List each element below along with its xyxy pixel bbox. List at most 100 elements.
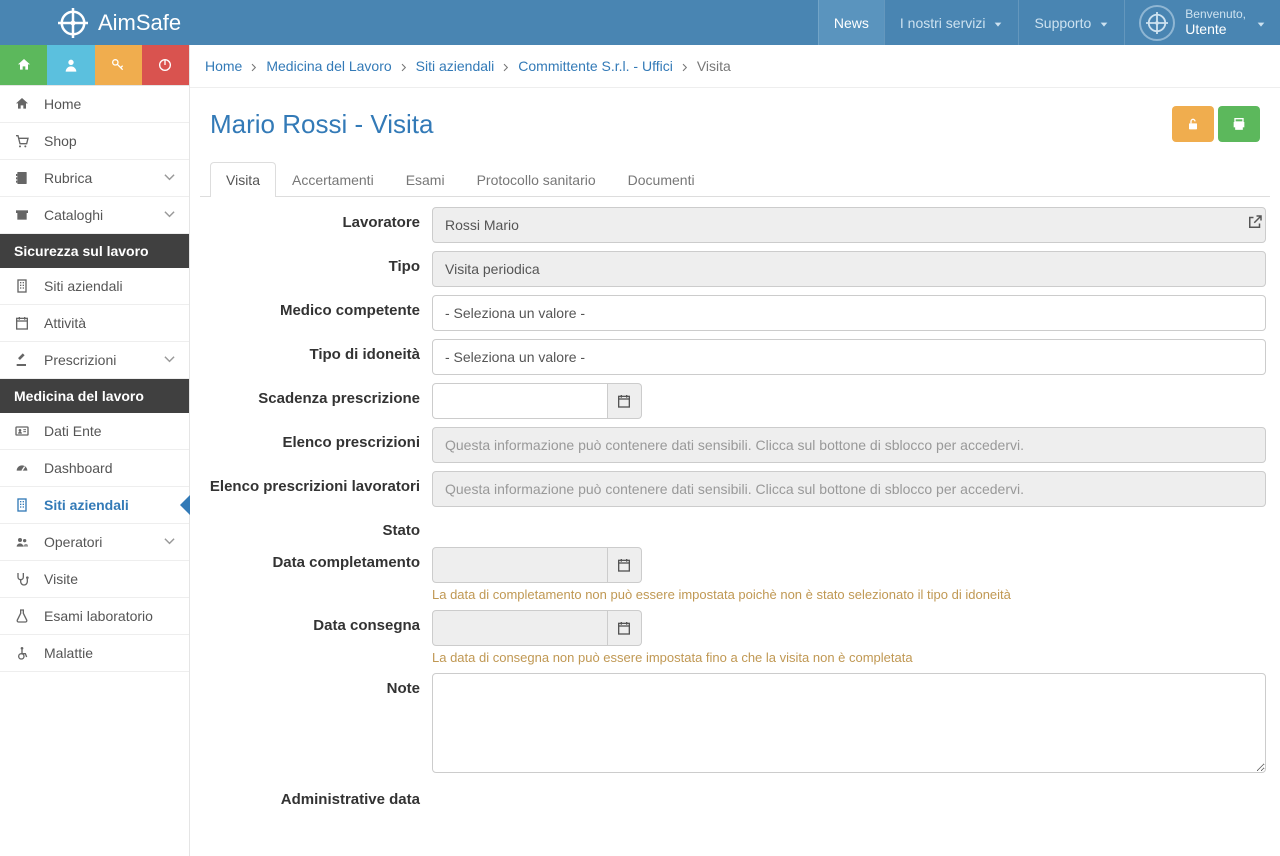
- nav-supporto[interactable]: Supporto: [1018, 0, 1124, 45]
- label-stato: Stato: [200, 515, 432, 539]
- sidebar-item-prescrizioni[interactable]: Prescrizioni: [0, 342, 189, 379]
- flask-icon: [14, 608, 34, 624]
- label-elenco-prescrizioni-lavoratori: Elenco prescrizioni lavoratori: [200, 471, 432, 495]
- sidebar-item-label: Malattie: [44, 645, 175, 661]
- field-scadenza[interactable]: [432, 383, 608, 419]
- quick-key-button[interactable]: [95, 45, 142, 85]
- sidebar-item-label: Home: [44, 96, 175, 112]
- breadcrumb-committente[interactable]: Committente S.r.l. - Uffici: [518, 58, 673, 74]
- avatar-icon: [1139, 5, 1175, 41]
- cart-icon: [14, 133, 34, 149]
- calendar-icon[interactable]: [608, 383, 642, 419]
- tab-protocollo[interactable]: Protocollo sanitario: [461, 162, 612, 197]
- label-data-completamento: Data completamento: [200, 547, 432, 571]
- sidebar-item-label: Rubrica: [44, 170, 164, 186]
- sidebar-item-shop[interactable]: Shop: [0, 123, 189, 160]
- sidebar-item-label: Visite: [44, 571, 175, 587]
- caret-down-icon: [993, 15, 1003, 31]
- quick-home-button[interactable]: [0, 45, 47, 85]
- sidebar-item-label: Esami laboratorio: [44, 608, 175, 624]
- breadcrumb-current: Visita: [697, 58, 731, 74]
- tab-visita[interactable]: Visita: [210, 162, 276, 197]
- sidebar-item-rubrica[interactable]: Rubrica: [0, 160, 189, 197]
- sidebar-item-cataloghi[interactable]: Cataloghi: [0, 197, 189, 234]
- home-icon: [14, 96, 34, 112]
- chevron-right-icon: [681, 58, 689, 74]
- field-data-completamento: [432, 547, 608, 583]
- tab-esami[interactable]: Esami: [390, 162, 461, 197]
- label-medico: Medico competente: [200, 295, 432, 319]
- field-data-consegna: [432, 610, 608, 646]
- chevron-right-icon: [400, 58, 408, 74]
- nav-servizi-label: I nostri servizi: [900, 15, 986, 31]
- sidebar-item-attivita[interactable]: Attività: [0, 305, 189, 342]
- idcard-icon: [14, 423, 34, 439]
- tab-accertamenti[interactable]: Accertamenti: [276, 162, 390, 197]
- sidebar-item-home[interactable]: Home: [0, 86, 189, 123]
- external-link-icon[interactable]: [1246, 213, 1264, 234]
- field-tipo: [432, 251, 1266, 287]
- sidebar-item-label: Cataloghi: [44, 207, 164, 223]
- quick-user-button[interactable]: [47, 45, 94, 85]
- unlock-button[interactable]: [1172, 106, 1214, 142]
- wheelchair-icon: [14, 645, 34, 661]
- stethoscope-icon: [14, 571, 34, 587]
- chevron-down-icon: [164, 170, 175, 186]
- nav-supporto-label: Supporto: [1034, 15, 1091, 31]
- user-menu[interactable]: Benvenuto, Utente: [1124, 0, 1280, 45]
- tab-documenti[interactable]: Documenti: [612, 162, 711, 197]
- breadcrumb-medicina[interactable]: Medicina del Lavoro: [266, 58, 391, 74]
- chevron-down-icon: [164, 352, 175, 368]
- select-idoneita[interactable]: - Seleziona un valore -: [432, 339, 1266, 375]
- sidebar-item-operatori[interactable]: Operatori: [0, 524, 189, 561]
- sidebar-item-siti-aziendali[interactable]: Siti aziendali: [0, 268, 189, 305]
- label-tipo: Tipo: [200, 251, 432, 275]
- field-elenco-prescrizioni-lav: [432, 471, 1266, 507]
- sidebar-item-visite[interactable]: Visite: [0, 561, 189, 598]
- breadcrumb-siti[interactable]: Siti aziendali: [416, 58, 495, 74]
- sidebar-item-siti-aziendali-med[interactable]: Siti aziendali: [0, 487, 189, 524]
- label-note: Note: [200, 673, 432, 697]
- nav-news[interactable]: News: [818, 0, 884, 45]
- label-elenco-prescrizioni: Elenco prescrizioni: [200, 427, 432, 451]
- label-data-consegna: Data consegna: [200, 610, 432, 634]
- label-administrative-data: Administrative data: [200, 784, 432, 808]
- sidebar-item-label: Dashboard: [44, 460, 175, 476]
- select-medico[interactable]: - Seleziona un valore -: [432, 295, 1266, 331]
- field-note[interactable]: [432, 673, 1266, 773]
- caret-down-icon: [1099, 15, 1109, 31]
- label-scadenza: Scadenza prescrizione: [200, 383, 432, 407]
- calendar-icon[interactable]: [608, 610, 642, 646]
- sidebar: Home Shop Rubrica Cataloghi Sicurezza su…: [0, 45, 190, 856]
- sidebar-item-label: Dati Ente: [44, 423, 175, 439]
- username: Utente: [1185, 21, 1226, 37]
- calendar-icon[interactable]: [608, 547, 642, 583]
- help-data-completamento: La data di completamento non può essere …: [432, 587, 1266, 602]
- sidebar-item-malattie[interactable]: Malattie: [0, 635, 189, 672]
- chevron-down-icon: [164, 207, 175, 223]
- sidebar-item-label: Operatori: [44, 534, 164, 550]
- sidebar-item-label: Shop: [44, 133, 175, 149]
- sidebar-item-label: Siti aziendali: [44, 497, 175, 513]
- sidebar-item-esami-lab[interactable]: Esami laboratorio: [0, 598, 189, 635]
- label-idoneita: Tipo di idoneità: [200, 339, 432, 363]
- gavel-icon: [14, 352, 34, 368]
- nav-news-label: News: [834, 15, 869, 31]
- top-navbar: AimSafe News I nostri servizi Supporto B…: [0, 0, 1280, 45]
- sidebar-item-dati-ente[interactable]: Dati Ente: [0, 413, 189, 450]
- help-data-consegna: La data di consegna non può essere impos…: [432, 650, 1266, 665]
- quick-power-button[interactable]: [142, 45, 189, 85]
- main-content: Home Medicina del Lavoro Siti aziendali …: [190, 45, 1280, 856]
- breadcrumb-home[interactable]: Home: [205, 58, 242, 74]
- nav-servizi[interactable]: I nostri servizi: [884, 0, 1019, 45]
- users-icon: [14, 534, 34, 550]
- chevron-right-icon: [250, 58, 258, 74]
- brand-logo-icon: [58, 8, 88, 38]
- building-icon: [14, 278, 34, 294]
- sidebar-item-label: Siti aziendali: [44, 278, 175, 294]
- caret-down-icon: [1256, 15, 1266, 31]
- tabs: Visita Accertamenti Esami Protocollo san…: [200, 162, 1270, 197]
- welcome-label: Benvenuto,: [1185, 8, 1246, 21]
- print-button[interactable]: [1218, 106, 1260, 142]
- sidebar-item-dashboard[interactable]: Dashboard: [0, 450, 189, 487]
